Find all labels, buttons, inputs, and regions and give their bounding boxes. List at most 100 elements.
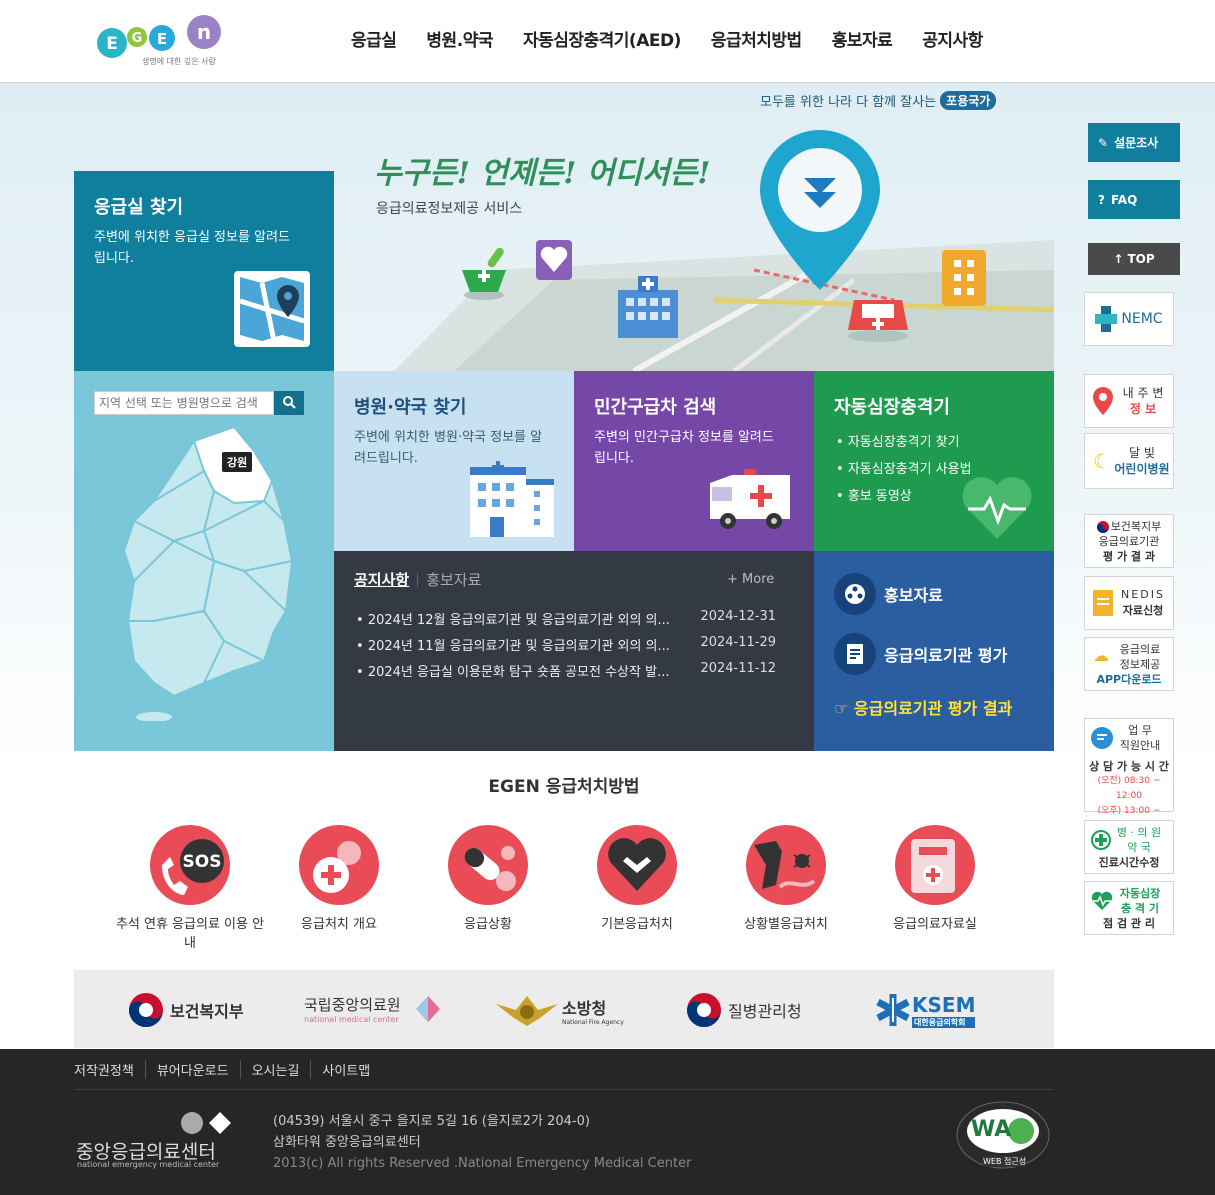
partner-nmc[interactable]: 국립중앙의료원 national medical center	[304, 994, 401, 1030]
footer-divider	[74, 1089, 1054, 1090]
er-find-card[interactable]: 응급실 찾기 주변에 위치한 응급실 정보를 알려드립니다.	[74, 171, 334, 375]
nav-aed[interactable]: 자동심장충격기(AED)	[523, 26, 681, 51]
korea-emblem-icon	[129, 993, 163, 1027]
question-icon: ?	[1098, 192, 1105, 207]
chat-bubble-icon	[1091, 727, 1113, 749]
moonlight-hospital-link[interactable]: ☾ 달 빛 어린이병원	[1084, 433, 1174, 489]
nmc-logo-icon	[416, 996, 440, 1022]
pill-icon	[448, 825, 528, 905]
tab-promo[interactable]: 홍보자료	[426, 569, 481, 590]
nearby-info-link[interactable]: 내 주 변정 보	[1084, 374, 1174, 428]
promo-materials-link[interactable]: 홍보자료	[834, 573, 943, 615]
heart-pulse-icon	[962, 476, 1032, 539]
svg-text:E: E	[157, 30, 167, 48]
first-aid-kit-icon	[895, 825, 975, 905]
nav-first-aid[interactable]: 응급처치방법	[711, 26, 802, 51]
top-button[interactable]: ↑ TOP	[1088, 243, 1180, 275]
notice-item[interactable]: • 2024년 11월 응급의료기관 및 응급의료기관 외의 의... 2024-…	[356, 635, 776, 661]
partner-fire-agency[interactable]: 소방청 National Fire Agency	[496, 992, 624, 1028]
location-pin-icon	[1093, 387, 1113, 415]
egen-logo[interactable]: E G E n 생명에 대한 깊은 사랑	[92, 10, 227, 72]
main-nav: 응급실 병원.약국 자동심장충격기(AED) 응급처치방법 홍보자료 공지사항	[336, 26, 998, 51]
notice-list: • 2024년 12월 응급의료기관 및 응급의료기관 외의 의... 2024-…	[356, 609, 776, 687]
nav-notice[interactable]: 공지사항	[922, 26, 983, 51]
faq-button[interactable]: ? FAQ	[1088, 180, 1180, 219]
sos-icon: SOS	[150, 825, 230, 905]
aed-find-link[interactable]: • 자동심장충격기 찾기	[836, 429, 972, 456]
survey-button[interactable]: ✎ 설문조사	[1088, 123, 1180, 162]
aed-video-link[interactable]: • 홍보 동영상	[836, 483, 972, 510]
notice-item[interactable]: • 2024년 12월 응급의료기관 및 응급의료기관 외의 의... 2024-…	[356, 609, 776, 635]
ambulance-marker-icon	[848, 300, 908, 342]
first-aid-item[interactable]: 응급의료자료실	[860, 825, 1010, 934]
clinic-marker-icon	[942, 250, 986, 306]
map-search	[94, 391, 304, 415]
hospital-pharmacy-card[interactable]: 병원·약국 찾기 주변에 위치한 병원·약국 정보를 알려드립니다.	[334, 371, 574, 551]
korea-emblem-icon	[687, 993, 721, 1027]
promo-panel: 홍보자료 응급의료기관 평가 ☞ 응급의료기관 평가 결과	[814, 551, 1054, 751]
svg-text:n: n	[197, 20, 211, 44]
promo-eval-link[interactable]: 응급의료기관 평가	[834, 633, 1007, 675]
gear-cross-icon	[299, 825, 379, 905]
notice-more-link[interactable]: + More	[727, 572, 774, 587]
arrow-up-icon: ↑	[1113, 252, 1124, 266]
first-aid-item[interactable]: 기본응급처치	[562, 825, 712, 934]
nav-promo[interactable]: 홍보자료	[832, 26, 893, 51]
ambulance-icon	[710, 469, 790, 529]
evaluation-result-link[interactable]: 보건복지부 응급의료기관 평 가 결 과	[1084, 514, 1174, 568]
nav-er[interactable]: 응급실	[351, 26, 397, 51]
notice-tabs: 공지사항 홍보자료	[354, 569, 481, 590]
aed-management-link[interactable]: 자동심장 충 격 기 점 검 관 리	[1084, 881, 1174, 935]
aed-howto-link[interactable]: • 자동심장충격기 사용법	[836, 456, 972, 483]
footer-link-sitemap[interactable]: 사이트맵	[310, 1060, 381, 1079]
svg-text:E: E	[106, 34, 118, 54]
footer-link-copyright[interactable]: 저작권정책	[74, 1060, 145, 1079]
animal-bite-icon	[746, 825, 826, 905]
footer-links: 저작권정책 뷰어다운로드 오시는길 사이트맵	[74, 1060, 381, 1079]
work-staff-link[interactable]: 업 무 직원안내 상 담 가 능 시 간 (오전) 08:30 ~ 12:00 (…	[1084, 718, 1174, 831]
map-search-input[interactable]	[94, 391, 274, 415]
search-icon	[283, 395, 296, 409]
film-reel-icon	[834, 573, 876, 615]
partner-kdca[interactable]: 질병관리청	[686, 992, 802, 1028]
slogan-text: 모두를 위한 나라 다 함께 잘사는	[760, 95, 937, 110]
first-aid-label: 기본응급처치	[601, 917, 673, 932]
eval-result-link[interactable]: ☞ 응급의료기관 평가 결과	[834, 695, 1012, 719]
first-aid-item[interactable]: 상황별응급처치	[711, 825, 861, 934]
hospital-building-icon	[470, 461, 554, 537]
logo-tagline: 생명에 대한 깊은 사랑	[142, 57, 216, 66]
first-aid-label: 추석 연휴 응급의료 이용 안내	[115, 917, 265, 951]
hospital-card-title: 병원·약국 찾기	[354, 397, 467, 418]
nemc-link[interactable]: NEMC	[1084, 292, 1174, 346]
slogan: 모두를 위한 나라 다 함께 잘사는 포용국가	[760, 91, 997, 110]
ambulance-search-card[interactable]: 민간구급차 검색 주변의 민간구급차 정보를 알려드립니다.	[574, 371, 814, 551]
svg-text:SOS: SOS	[183, 852, 222, 872]
partner-ksem[interactable]: KSEM 대한응급의학회	[874, 992, 976, 1028]
nedis-request-link[interactable]: NEDIS 자료신청	[1084, 576, 1174, 630]
app-download-link[interactable]: ☁ 응급의료 정보제공 APP다운로드	[1084, 637, 1174, 691]
wa-certification-badge[interactable]: WA WEB 접근성	[955, 1101, 1051, 1171]
notice-item[interactable]: • 2024년 응급실 이용문화 탐구 숏폼 공모전 수상작 발... 2024-…	[356, 661, 776, 687]
first-aid-item[interactable]: 응급처치 개요	[264, 825, 414, 934]
first-aid-item[interactable]: 응급상황	[413, 825, 563, 934]
aed-marker-icon	[536, 240, 572, 280]
footer-link-directions[interactable]: 오시는길	[239, 1060, 311, 1079]
partner-mohw[interactable]: 보건복지부	[128, 992, 244, 1028]
map-search-button[interactable]	[274, 391, 304, 415]
clinic-hours-link[interactable]: 병 · 의 원약 국 진료시간수정	[1084, 820, 1174, 874]
partner-logos: 보건복지부 국립중앙의료원 national medical center 소방…	[74, 970, 1054, 1048]
pharmacy-marker-icon	[462, 247, 506, 300]
tab-notice[interactable]: 공지사항	[354, 569, 409, 590]
er-find-desc: 주변에 위치한 응급실 정보를 알려드립니다.	[94, 230, 290, 266]
region-label-gangwon[interactable]: 강원	[222, 452, 253, 472]
nemc-footer-logo: 중앙응급의료센터 national emergency medical cent…	[76, 1111, 236, 1171]
korea-emblem-icon	[1096, 520, 1109, 533]
ambulance-card-desc: 주변의 민간구급차 정보를 알려드립니다.	[594, 430, 774, 466]
footer-link-viewer[interactable]: 뷰어다운로드	[144, 1060, 240, 1079]
site-header: E G E n 생명에 대한 깊은 사랑 응급실 병원.약국 자동심장충격기(A…	[0, 0, 1215, 83]
first-aid-label: 응급상황	[464, 917, 512, 932]
first-aid-item[interactable]: SOS 추석 연휴 응급의료 이용 안내	[115, 825, 265, 953]
aed-card[interactable]: 자동심장충격기 • 자동심장충격기 찾기 • 자동심장충격기 사용법 • 홍보 …	[814, 371, 1054, 551]
nav-hospital-pharmacy[interactable]: 병원.약국	[426, 26, 493, 51]
hero-subtitle: 응급의료정보제공 서비스	[376, 201, 523, 217]
